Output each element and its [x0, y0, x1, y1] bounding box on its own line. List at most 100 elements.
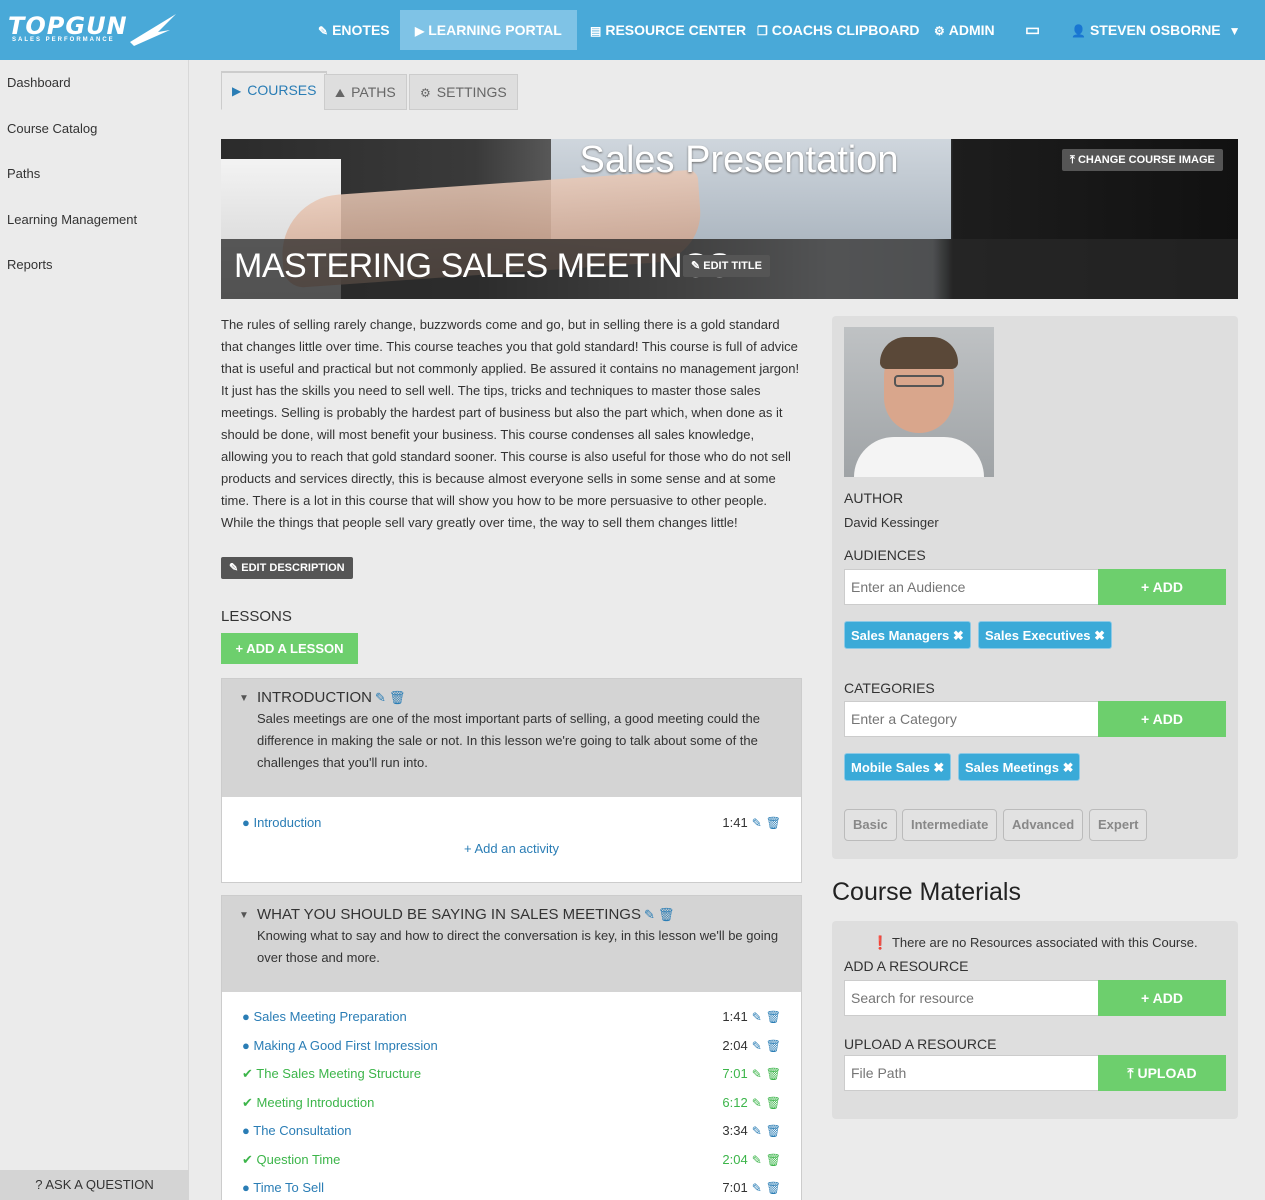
level-expert-button[interactable]: Expert — [1089, 809, 1148, 841]
trash-icon[interactable]: 🗑 — [766, 816, 781, 830]
collapse-caret-icon[interactable]: ▼ — [239, 910, 249, 921]
ask-question-button[interactable]: ? ASK A QUESTION — [0, 1170, 189, 1200]
edit-icon[interactable]: ✎ — [644, 907, 655, 922]
add-audience-label: ADD — [1152, 579, 1183, 595]
sidebar-item-learning-management[interactable]: Learning Management — [7, 212, 137, 227]
activity-name: Introduction — [253, 815, 322, 830]
lesson-header: ▼ WHAT YOU SHOULD BE SAYING IN SALES MEE… — [222, 896, 801, 992]
trash-icon[interactable]: 🗑 — [766, 1096, 781, 1110]
activity-duration-row: 1:41 ✎ 🗑 — [722, 815, 781, 830]
ask-question-label: ASK A QUESTION — [45, 1177, 154, 1192]
add-category-button[interactable]: + ADD — [1098, 701, 1226, 737]
check-circle-icon: ✔ — [242, 1152, 253, 1167]
course-title: MASTERING SALES MEETINGS — [234, 247, 731, 285]
nav-enotes[interactable]: ✎ ENOTES — [318, 10, 390, 50]
upload-button[interactable]: ⤒ UPLOAD — [1098, 1055, 1226, 1091]
trash-icon[interactable]: 🗑 — [766, 1153, 781, 1167]
nav-learning-portal[interactable]: ▶ LEARNING PORTAL — [400, 10, 577, 50]
add-category-label: ADD — [1152, 711, 1183, 727]
trash-icon[interactable]: 🗑 — [766, 1010, 781, 1024]
edit-icon[interactable]: ✎ — [752, 1067, 762, 1081]
trash-icon[interactable]: 🗑 — [766, 1067, 781, 1081]
activity-item[interactable]: ● Sales Meeting Preparation — [242, 1009, 407, 1024]
activity-item[interactable]: ● Making A Good First Impression — [242, 1038, 438, 1053]
play-circle-icon: ● — [242, 1009, 250, 1024]
edit-icon[interactable]: ✎ — [375, 690, 386, 705]
add-resource-button[interactable]: + ADD — [1098, 980, 1226, 1016]
edit-icon[interactable]: ✎ — [752, 816, 762, 830]
sidebar-item-paths[interactable]: Paths — [7, 166, 40, 181]
activity-item[interactable]: ● Time To Sell — [242, 1180, 324, 1195]
info-circle-icon: ❗ — [872, 935, 889, 950]
trash-icon[interactable]: 🗑 — [766, 1124, 781, 1138]
sidebar-item-dashboard[interactable]: Dashboard — [7, 75, 71, 90]
nav-inbox[interactable]: ▭ — [1025, 10, 1044, 50]
edit-icon[interactable]: ✎ — [752, 1010, 762, 1024]
tab-courses[interactable]: ▶ COURSES — [221, 71, 328, 110]
no-resources-notice: ❗ There are no Resources associated with… — [832, 935, 1238, 951]
edit-icon[interactable]: ✎ — [752, 1181, 762, 1195]
sidebar-item-reports[interactable]: Reports — [7, 257, 53, 272]
collapse-caret-icon[interactable]: ▼ — [239, 693, 249, 704]
activity-duration-row: 1:41 ✎ 🗑 — [722, 1009, 781, 1024]
activity-item[interactable]: ● The Consultation — [242, 1123, 352, 1138]
edit-icon[interactable]: ✎ — [752, 1096, 762, 1110]
activity-item[interactable]: ✔ The Sales Meeting Structure — [242, 1066, 421, 1082]
remove-x-icon[interactable]: ✖ — [1063, 760, 1074, 775]
activity-item[interactable]: ✔ Question Time — [242, 1152, 340, 1168]
nav-admin-label: ADMIN — [948, 22, 995, 38]
change-course-image-button[interactable]: ⤒ CHANGE COURSE IMAGE — [1062, 149, 1223, 171]
nav-resource-center[interactable]: ▤ RESOURCE CENTER — [590, 10, 746, 50]
add-activity-link[interactable]: + Add an activity — [222, 841, 801, 856]
trash-icon[interactable]: 🗑 — [658, 907, 675, 922]
sidebar-item-course-catalog[interactable]: Course Catalog — [7, 121, 97, 136]
audience-tag-label: Sales Executives — [985, 628, 1091, 643]
activity-name: Meeting Introduction — [256, 1095, 375, 1110]
author-name: David Kessinger — [844, 515, 939, 530]
sidebar: Dashboard Course Catalog Paths Learning … — [0, 60, 189, 1200]
lesson-title-row: INTRODUCTION ✎ 🗑 — [257, 689, 783, 706]
activity-name: Sales Meeting Preparation — [253, 1009, 407, 1024]
add-audience-button[interactable]: + ADD — [1098, 569, 1226, 605]
resource-search-input[interactable] — [844, 980, 1099, 1016]
banner-image-text: Sales Presentation — [579, 139, 899, 181]
nav-user-menu[interactable]: 👤 STEVEN OSBORNE ▼ — [1071, 10, 1245, 50]
remove-x-icon[interactable]: ✖ — [953, 628, 964, 643]
lesson-description: Sales meetings are one of the most impor… — [257, 711, 760, 770]
activity-item[interactable]: ✔ Meeting Introduction — [242, 1095, 374, 1111]
plus-icon: + — [1141, 711, 1150, 727]
edit-icon[interactable]: ✎ — [752, 1124, 762, 1138]
activity-introduction[interactable]: ● Introduction — [242, 815, 321, 830]
activity-duration: 6:12 — [722, 1095, 748, 1110]
lesson-what-you-should-be-saying: ▼ WHAT YOU SHOULD BE SAYING IN SALES MEE… — [221, 895, 802, 1200]
trash-icon[interactable]: 🗑 — [766, 1039, 781, 1053]
remove-x-icon[interactable]: ✖ — [933, 760, 944, 775]
audience-input[interactable] — [844, 569, 1099, 605]
tab-settings[interactable]: ⚙ SETTINGS — [409, 74, 518, 110]
add-lesson-button[interactable]: + ADD A LESSON — [221, 633, 358, 664]
level-intermediate-button[interactable]: Intermediate — [902, 809, 998, 841]
edit-title-button[interactable]: ✎ EDIT TITLE — [683, 255, 770, 277]
trash-icon[interactable]: 🗑 — [389, 690, 406, 705]
level-basic-button[interactable]: Basic — [844, 809, 897, 841]
author-label: AUTHOR — [844, 490, 904, 506]
nav-coachs-clipboard[interactable]: ❐ COACHS CLIPBOARD — [757, 10, 920, 50]
edit-icon[interactable]: ✎ — [752, 1153, 762, 1167]
level-advanced-button[interactable]: Advanced — [1003, 809, 1084, 841]
activity-duration: 1:41 — [722, 1009, 748, 1024]
remove-x-icon[interactable]: ✖ — [1094, 628, 1105, 643]
avatar-shirt — [854, 437, 984, 477]
tab-paths[interactable]: ⛰ PATHS — [324, 74, 407, 110]
lesson-header: ▼ INTRODUCTION ✎ 🗑 Sales meetings are one … — [222, 679, 801, 797]
edit-description-button[interactable]: ✎ EDIT DESCRIPTION — [221, 557, 353, 579]
file-path-input[interactable] — [844, 1055, 1099, 1091]
category-tag: Sales Meetings ✖ — [958, 753, 1081, 781]
topgun-logo[interactable]: TOPGUN SALES PERFORMANCE — [8, 12, 178, 48]
trash-icon[interactable]: 🗑 — [766, 1181, 781, 1195]
plus-icon: + — [1141, 579, 1150, 595]
lesson-description: Knowing what to say and how to direct th… — [257, 928, 779, 965]
edit-icon[interactable]: ✎ — [752, 1039, 762, 1053]
nav-admin[interactable]: ⚙ ADMIN — [934, 10, 995, 50]
upload-icon: ⤒ — [1070, 154, 1075, 166]
category-input[interactable] — [844, 701, 1099, 737]
